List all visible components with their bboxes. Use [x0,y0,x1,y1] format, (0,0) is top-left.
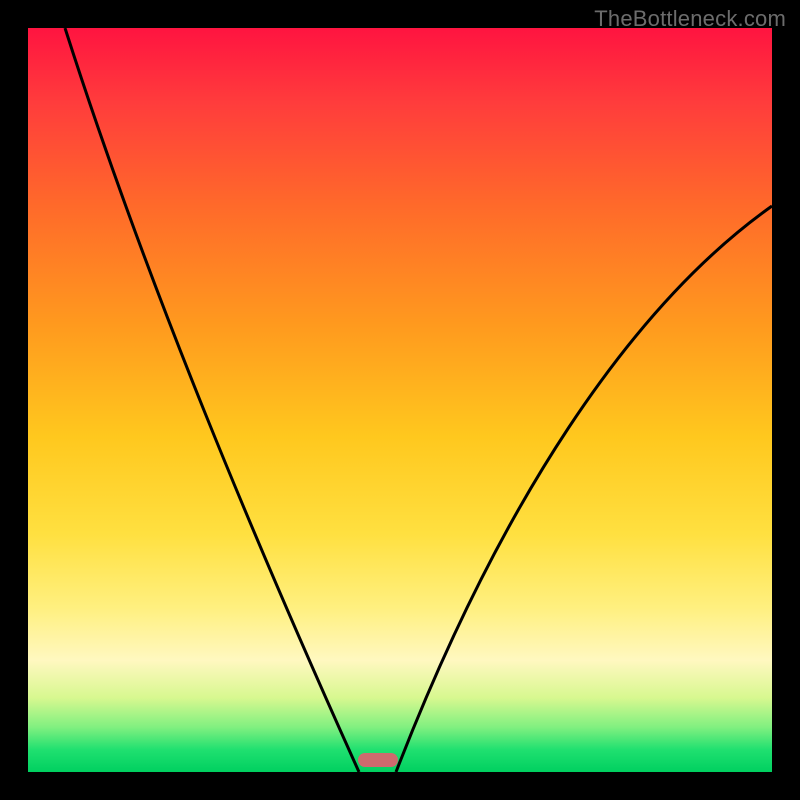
curves-svg [28,28,772,772]
plot-area [28,28,772,772]
left-curve [65,28,359,772]
chart-frame: TheBottleneck.com [0,0,800,800]
right-curve [396,206,772,772]
bottleneck-marker [358,753,398,767]
